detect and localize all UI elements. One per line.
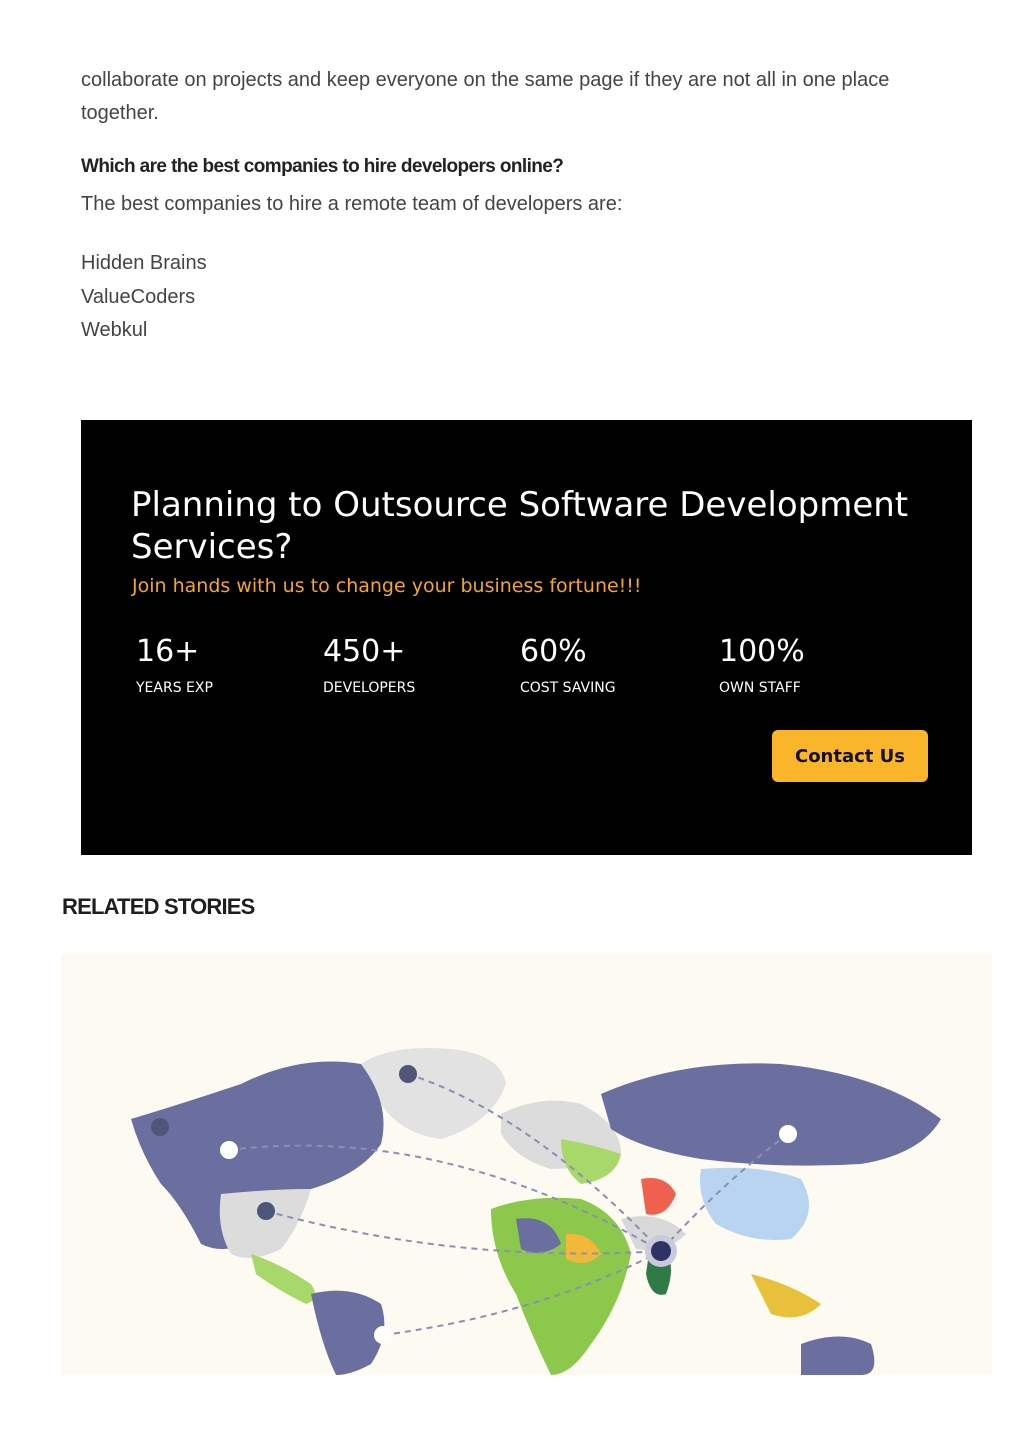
faq-question: Which are the best companies to hire dev… [81,156,564,177]
stat-cost-saving: 60% COST SAVING [520,632,616,696]
stat-value: 60% [520,634,587,669]
stat-label: DEVELOPERS [323,680,416,696]
outsourcing-cta-banner[interactable]: Planning to Outsource Software Developme… [81,420,972,855]
related-story-image[interactable] [61,954,992,1375]
stat-value: 100% [719,634,805,669]
related-stories-heading: RELATED STORIES [62,894,255,919]
list-item: Hidden Brains [81,252,207,274]
list-item: Webkul [81,319,148,341]
article-body: collaborate on projects and keep everyon… [81,64,951,348]
stat-label: OWN STAFF [719,680,801,696]
faq-answer-intro: The best companies to hire a remote team… [81,193,623,215]
stat-value: 450+ [323,634,406,669]
stat-years: 16+ YEARS EXP [136,632,213,696]
stat-developers: 450+ DEVELOPERS [323,632,415,696]
banner-subtitle: Join hands with us to change your busine… [132,575,642,597]
article-paragraph: collaborate on projects and keep everyon… [81,69,890,124]
banner-title: Planning to Outsource Software Developme… [131,485,909,567]
stat-label: COST SAVING [520,680,616,696]
company-list: Hidden Brains ValueCoders Webkul [81,247,951,348]
stat-value: 16+ [136,634,200,669]
stat-own-staff: 100% OWN STAFF [719,632,805,696]
list-item: ValueCoders [81,285,196,308]
world-map-icon [131,1048,941,1375]
stat-label: YEARS EXP [136,680,213,696]
contact-us-button[interactable]: Contact Us [772,730,928,782]
